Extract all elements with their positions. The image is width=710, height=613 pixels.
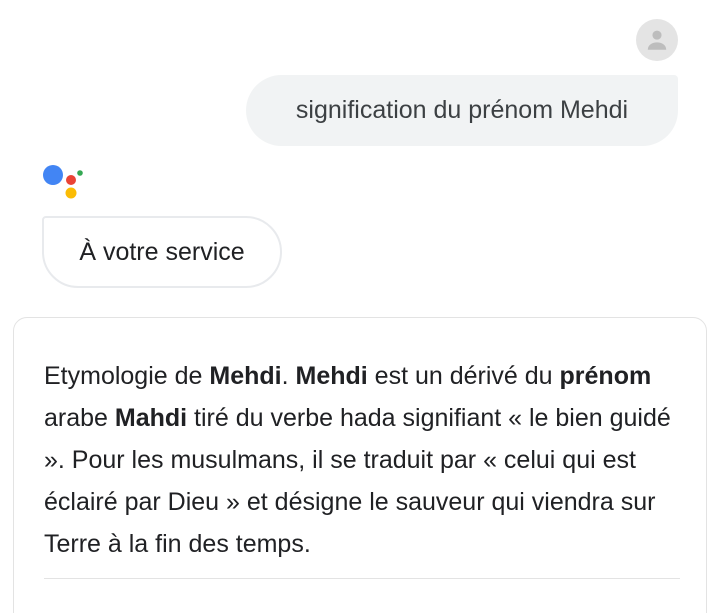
answer-text-run: est un dérivé du	[367, 362, 560, 390]
user-query-bubble: signification du prénom Mehdi	[246, 75, 678, 146]
assistant-conversation: signification du prénom Mehdi À votre se…	[0, 0, 710, 613]
assistant-reply-bubble: À votre service	[42, 216, 282, 288]
person-icon	[647, 30, 667, 50]
answer-highlight: prénom	[559, 362, 652, 390]
answer-text-run: arabe	[44, 404, 115, 432]
answer-text-run: .	[281, 362, 296, 390]
answer-snippet: Etymologie de Mehdi. Mehdi est un dérivé…	[44, 355, 684, 565]
user-query-text: signification du prénom Mehdi	[295, 96, 629, 124]
answer-card[interactable]: Etymologie de Mehdi. Mehdi est un dérivé…	[13, 317, 707, 613]
answer-text-run: Etymologie de	[44, 362, 210, 390]
card-divider	[44, 578, 680, 579]
answer-highlight: Mahdi	[114, 404, 188, 432]
answer-highlight: Mehdi	[209, 362, 282, 390]
answer-highlight: Mehdi	[295, 362, 368, 390]
assistant-reply-text: À votre service	[79, 237, 245, 266]
google-assistant-logo-icon	[43, 165, 83, 199]
user-avatar-icon[interactable]	[636, 19, 678, 61]
